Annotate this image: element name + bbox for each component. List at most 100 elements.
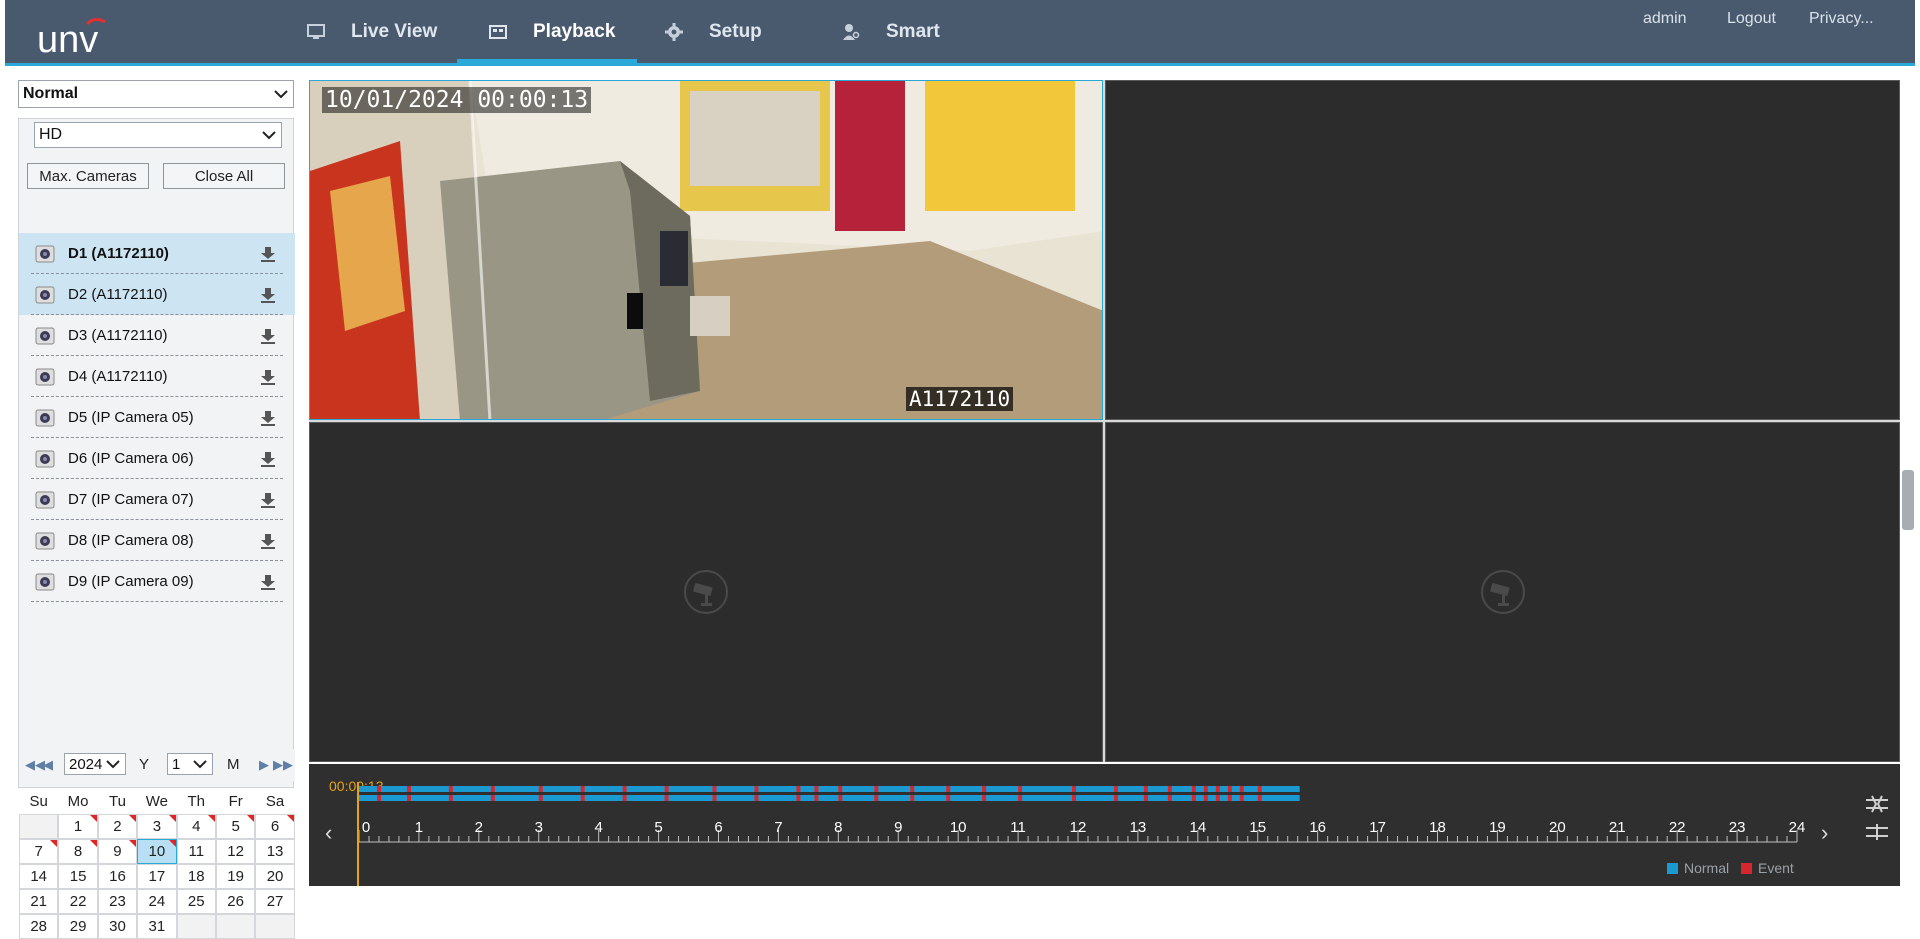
calendar-day[interactable]: 16 [97,864,138,889]
calendar-day[interactable]: 9 [97,839,138,864]
calendar-grid: Su Mo Tu We Th Fr Sa 1 2 3 4 5 6 7 8 9 10 11 12 13 14 15 16 17 1… [19,789,295,939]
download-icon[interactable] [259,450,277,468]
calendar-day[interactable]: 20 [255,864,295,889]
year-select[interactable]: 2024 [64,753,126,775]
event-marker [1143,795,1148,801]
top-navigation-bar: unv Live View Playback Setup Smart admin… [5,0,1915,66]
stream-select[interactable]: HD [34,122,282,148]
video-window-4[interactable] [1105,422,1900,762]
calendar-day[interactable]: 10 [137,839,177,864]
download-icon[interactable] [259,245,277,263]
camera-item[interactable]: D3 (A1172110) [19,315,295,356]
calendar-day[interactable]: 11 [176,839,216,864]
calendar-day[interactable]: 8 [58,839,98,864]
event-marker [1239,786,1244,792]
video-window-2[interactable] [1105,80,1900,420]
calendar-day[interactable]: 17 [137,864,177,889]
calendar-day[interactable]: 12 [215,839,256,864]
recording-segment[interactable] [359,786,1300,792]
camera-item[interactable]: D7 (IP Camera 07) [19,479,295,520]
download-icon[interactable] [259,286,277,304]
max-cameras-button[interactable]: Max. Cameras [27,163,149,189]
calendar-day[interactable]: 6 [255,814,295,839]
next-year-icon[interactable]: ▶▶ [273,757,293,773]
calendar-day[interactable]: 30 [97,914,138,939]
timeline-track[interactable] [309,764,1900,886]
hour-label: 21 [1608,819,1626,836]
calendar-day[interactable]: 24 [137,889,177,914]
zoom-in-icon[interactable] [1864,822,1890,842]
calendar-day[interactable]: 15 [58,864,98,889]
weekday-label: Th [187,793,206,810]
logout-link[interactable]: Logout [1727,10,1776,28]
camera-item[interactable]: D6 (IP Camera 06) [19,438,295,479]
calendar-day[interactable]: 14 [19,864,59,889]
camera-item[interactable]: D4 (A1172110) [19,356,295,397]
camera-item[interactable]: D5 (IP Camera 05) [19,397,295,438]
prev-month-icon[interactable]: ◀ [43,757,53,773]
nav-live-view[interactable]: Live View [305,0,437,63]
record-type-select[interactable]: Normal [18,80,294,108]
event-marker [1072,795,1077,801]
download-icon[interactable] [259,573,277,591]
download-icon[interactable] [259,327,277,345]
hour-label: 16 [1309,819,1326,836]
close-all-button[interactable]: Close All [163,163,285,189]
video-window-3[interactable] [309,422,1103,762]
download-icon[interactable] [259,409,277,427]
nav-setup[interactable]: Setup [663,0,762,63]
download-icon[interactable] [259,368,277,386]
timeline-next-icon[interactable]: › [1821,820,1828,846]
download-icon[interactable] [259,532,277,550]
calendar-day[interactable]: 26 [215,889,256,914]
calendar-day[interactable]: 21 [19,889,59,914]
camera-item[interactable]: D8 (IP Camera 08) [19,520,295,561]
calendar-day[interactable]: 22 [58,889,98,914]
hour-label: 1 [414,819,424,836]
camera-item[interactable]: D1 (A1172110) [19,233,295,274]
playback-timeline[interactable]: 00:00:13 0 1 2 3 4 5 6 7 8 9 10 11 12 13 14 15 16 17 18 19 2… [309,764,1900,886]
left-panel: Normal HD Max. Cameras Close All D1 (A11… [18,78,295,939]
next-month-icon[interactable]: ▶ [259,757,269,773]
event-marker [622,786,627,792]
legend-event: Event [1741,860,1794,876]
event-marker [1257,786,1262,792]
event-marker [982,795,987,801]
recording-segment[interactable] [359,795,1300,801]
calendar-day[interactable]: 1 [58,814,98,839]
nav-smart[interactable]: Smart [840,0,940,63]
camera-label: D9 (IP Camera 09) [68,573,194,590]
camera-label: D3 (A1172110) [68,327,168,344]
calendar-day[interactable]: 3 [137,814,177,839]
calendar-day[interactable]: 18 [176,864,216,889]
month-select[interactable]: 1 [167,753,213,775]
prev-year-icon[interactable]: ◀◀ [25,757,45,773]
calendar-day[interactable]: 4 [176,814,216,839]
calendar-day[interactable]: 19 [215,864,256,889]
calendar-day[interactable]: 29 [58,914,98,939]
timeline-prev-icon[interactable]: ‹ [325,820,332,846]
calendar-day[interactable]: 23 [97,889,138,914]
privacy-link[interactable]: Privacy... [1809,10,1874,28]
event-marker [1215,795,1220,801]
calendar-day[interactable]: 27 [255,889,295,914]
calendar-day[interactable]: 31 [137,914,177,939]
event-marker [622,795,627,801]
video-window-1[interactable]: 10/01/2024 00:00:13 A1172110 [309,80,1103,420]
panel-collapse-handle[interactable] [1902,470,1914,530]
calendar-day[interactable]: 28 [19,914,59,939]
calendar-day[interactable]: 2 [97,814,138,839]
camera-placeholder-icon [1480,570,1525,614]
camera-item[interactable]: D9 (IP Camera 09) [19,561,295,602]
camera-item[interactable]: D2 (A1172110) [19,274,295,315]
calendar-day[interactable]: 7 [19,839,59,864]
calendar-day[interactable]: 25 [176,889,216,914]
calendar-day[interactable]: 5 [215,814,256,839]
calendar-day[interactable]: 13 [255,839,295,864]
weekday-label: Mo [67,793,89,810]
event-marker [1203,795,1208,801]
zoom-out-icon[interactable] [1864,794,1890,814]
event-marker [712,795,717,801]
download-icon[interactable] [259,491,277,509]
nav-playback[interactable]: Playback [457,0,638,63]
